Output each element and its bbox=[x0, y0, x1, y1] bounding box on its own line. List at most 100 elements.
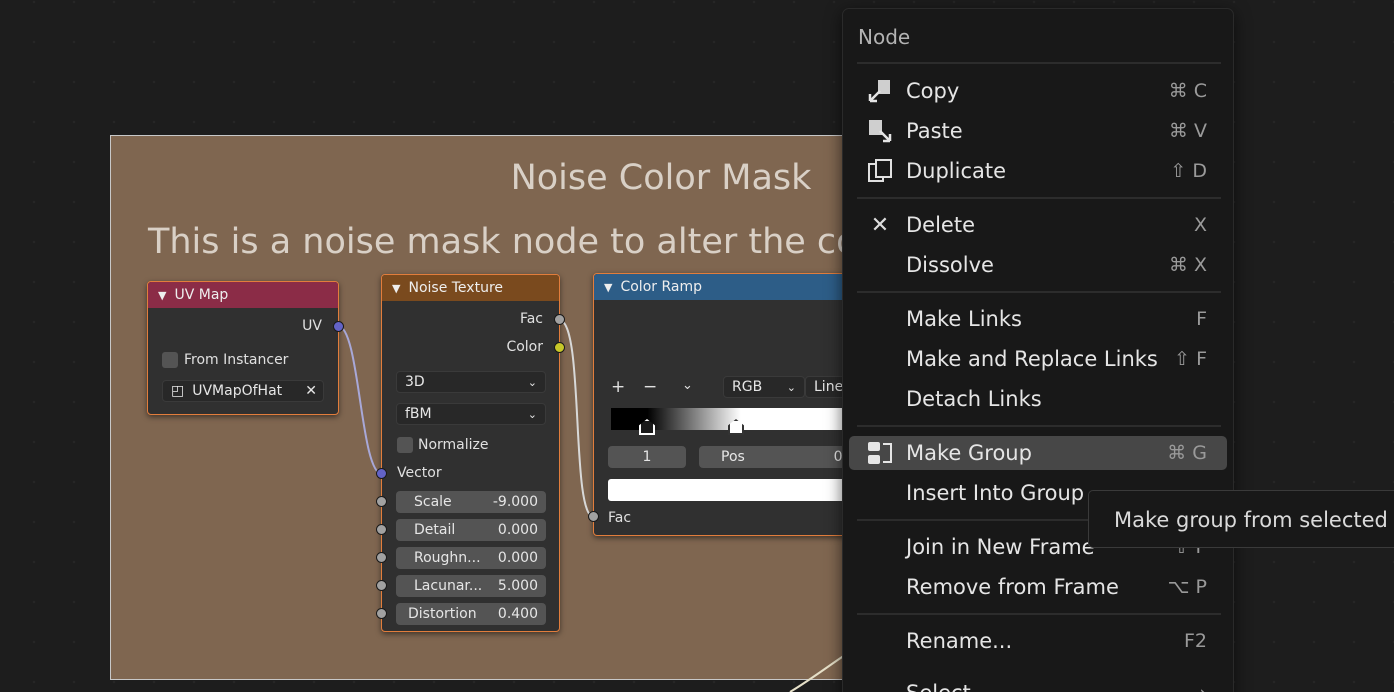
color-ramp-header[interactable]: ▼ Color Ramp bbox=[594, 274, 862, 300]
color-output-socket[interactable] bbox=[554, 342, 565, 353]
position-slider[interactable]: Pos 0. bbox=[699, 446, 862, 468]
noise-texture-title: Noise Texture bbox=[408, 280, 504, 296]
roughness-input-socket[interactable] bbox=[376, 552, 387, 563]
menu-separator bbox=[857, 62, 1221, 64]
menu-item-select[interactable]: Select › bbox=[849, 676, 1227, 692]
make-replace-links-label: Make and Replace Links bbox=[906, 347, 1158, 371]
select-label: Select bbox=[906, 681, 971, 692]
from-instancer-label: From Instancer bbox=[184, 352, 289, 368]
distortion-label: Distortion bbox=[408, 606, 477, 622]
make-group-tooltip: Make group from selected nodes bbox=[1088, 490, 1394, 548]
menu-item-detach-links[interactable]: Detach Links bbox=[849, 382, 1227, 416]
join-new-frame-label: Join in New Frame bbox=[906, 535, 1095, 559]
noise-texture-header[interactable]: ▼ Noise Texture bbox=[382, 275, 559, 301]
uv-map-header[interactable]: ▼ UV Map bbox=[148, 282, 338, 308]
detail-slider[interactable]: Detail 0.000 bbox=[396, 519, 546, 541]
uv-map-selector[interactable]: ◰ UVMapOfHat ✕ bbox=[162, 380, 324, 402]
menu-item-duplicate[interactable]: Duplicate ⇧ D bbox=[849, 154, 1227, 188]
menu-item-rename[interactable]: Rename... F2 bbox=[849, 624, 1227, 658]
node-context-menu[interactable]: Node Copy ⌘ C Paste ⌘ V Duplicate ⇧ D ✕ … bbox=[842, 8, 1234, 692]
menu-item-copy[interactable]: Copy ⌘ C bbox=[849, 74, 1227, 108]
paste-shortcut: ⌘ V bbox=[1168, 120, 1207, 142]
color-ramp-node[interactable]: ▼ Color Ramp + − ⌄ RGB ⌄ Linear 1 Pos 0.… bbox=[593, 273, 863, 536]
outgoing-link bbox=[789, 654, 846, 692]
copy-label: Copy bbox=[906, 79, 960, 103]
distortion-value: 0.400 bbox=[497, 606, 538, 622]
normalize-checkbox[interactable] bbox=[397, 437, 413, 453]
scale-value: -9.000 bbox=[492, 494, 538, 510]
distortion-slider[interactable]: Distortion 0.400 bbox=[396, 603, 546, 625]
insert-into-group-label: Insert Into Group bbox=[906, 481, 1085, 505]
menu-title: Node bbox=[858, 25, 911, 49]
uv-map-icon: ◰ bbox=[171, 383, 185, 399]
duplicate-label: Duplicate bbox=[906, 159, 1007, 183]
menu-separator bbox=[857, 425, 1221, 427]
color-output-label: Color bbox=[506, 339, 543, 355]
chevron-down-icon[interactable]: ▼ bbox=[158, 289, 166, 302]
remove-stop-button[interactable]: − bbox=[643, 377, 657, 397]
lacunarity-input-socket[interactable] bbox=[376, 580, 387, 591]
make-links-label: Make Links bbox=[906, 307, 1022, 331]
menu-item-make-links[interactable]: Make Links F bbox=[849, 302, 1227, 336]
menu-item-make-replace-links[interactable]: Make and Replace Links ⇧ F bbox=[849, 342, 1227, 376]
fac-input-label: Fac bbox=[608, 510, 632, 526]
add-stop-button[interactable]: + bbox=[611, 377, 625, 397]
normalize-label: Normalize bbox=[418, 437, 489, 453]
copy-shortcut: ⌘ C bbox=[1168, 80, 1207, 102]
from-instancer-checkbox[interactable] bbox=[162, 352, 178, 368]
chevron-down-icon: ⌄ bbox=[527, 407, 537, 421]
detail-label: Detail bbox=[414, 522, 456, 538]
menu-item-dissolve[interactable]: Dissolve ⌘ X bbox=[849, 248, 1227, 282]
detail-input-socket[interactable] bbox=[376, 524, 387, 535]
chevron-down-icon[interactable]: ▼ bbox=[604, 281, 612, 294]
menu-separator bbox=[857, 291, 1221, 293]
vector-input-socket[interactable] bbox=[376, 468, 387, 479]
delete-label: Delete bbox=[906, 213, 975, 237]
detail-value: 0.000 bbox=[497, 522, 538, 538]
noise-type-dropdown[interactable]: fBM ⌄ bbox=[396, 403, 546, 425]
menu-item-delete[interactable]: ✕ Delete X bbox=[849, 208, 1227, 242]
make-links-shortcut: F bbox=[1196, 308, 1207, 330]
distortion-input-socket[interactable] bbox=[376, 608, 387, 619]
fac-output-socket[interactable] bbox=[554, 314, 565, 325]
menu-item-make-group[interactable]: Make Group ⌘ G bbox=[849, 436, 1227, 470]
scale-label: Scale bbox=[414, 494, 452, 510]
ramp-menu-chevron-icon[interactable]: ⌄ bbox=[682, 378, 693, 393]
ramp-fac-input-socket[interactable] bbox=[588, 511, 599, 522]
stop-color-swatch[interactable] bbox=[608, 479, 862, 501]
menu-item-remove-from-frame[interactable]: Remove from Frame ⌥ P bbox=[849, 570, 1227, 604]
make-group-icon bbox=[865, 438, 895, 468]
fac-output-label: Fac bbox=[519, 311, 543, 327]
submenu-arrow-icon: › bbox=[1199, 682, 1207, 692]
noise-texture-node[interactable]: ▼ Noise Texture Fac Color 3D ⌄ fBM ⌄ Nor… bbox=[376, 274, 565, 632]
vector-input-label: Vector bbox=[397, 465, 442, 481]
rename-label: Rename... bbox=[906, 629, 1013, 653]
uv-map-node[interactable]: ▼ UV Map UV From Instancer ◰ UVMapOfHat … bbox=[147, 281, 344, 415]
roughness-slider[interactable]: Roughn... 0.000 bbox=[396, 547, 546, 569]
duplicate-icon bbox=[865, 156, 895, 186]
chevron-down-icon[interactable]: ▼ bbox=[392, 282, 400, 295]
clear-icon[interactable]: ✕ bbox=[305, 383, 317, 399]
dimensions-dropdown[interactable]: 3D ⌄ bbox=[396, 371, 546, 393]
remove-from-frame-label: Remove from Frame bbox=[906, 575, 1119, 599]
color-mode-dropdown[interactable]: RGB ⌄ bbox=[723, 376, 805, 398]
menu-separator bbox=[857, 613, 1221, 615]
dissolve-shortcut: ⌘ X bbox=[1168, 254, 1207, 276]
scale-slider[interactable]: Scale -9.000 bbox=[396, 491, 546, 513]
color-ramp-title: Color Ramp bbox=[620, 279, 702, 295]
chevron-down-icon: ⌄ bbox=[786, 380, 796, 394]
menu-item-paste[interactable]: Paste ⌘ V bbox=[849, 114, 1227, 148]
lacunarity-slider[interactable]: Lacunar... 5.000 bbox=[396, 575, 546, 597]
dimensions-value: 3D bbox=[405, 374, 425, 390]
scale-input-socket[interactable] bbox=[376, 496, 387, 507]
uv-output-label: UV bbox=[302, 318, 322, 334]
dissolve-label: Dissolve bbox=[906, 253, 994, 277]
uv-to-vector-link bbox=[337, 325, 383, 475]
paste-icon bbox=[865, 116, 895, 146]
make-group-label: Make Group bbox=[906, 441, 1032, 465]
color-mode-value: RGB bbox=[732, 379, 763, 395]
stop-index-field[interactable]: 1 bbox=[608, 446, 686, 468]
noise-type-value: fBM bbox=[405, 406, 432, 422]
uv-output-socket[interactable] bbox=[333, 321, 344, 332]
uv-map-title: UV Map bbox=[174, 287, 229, 303]
